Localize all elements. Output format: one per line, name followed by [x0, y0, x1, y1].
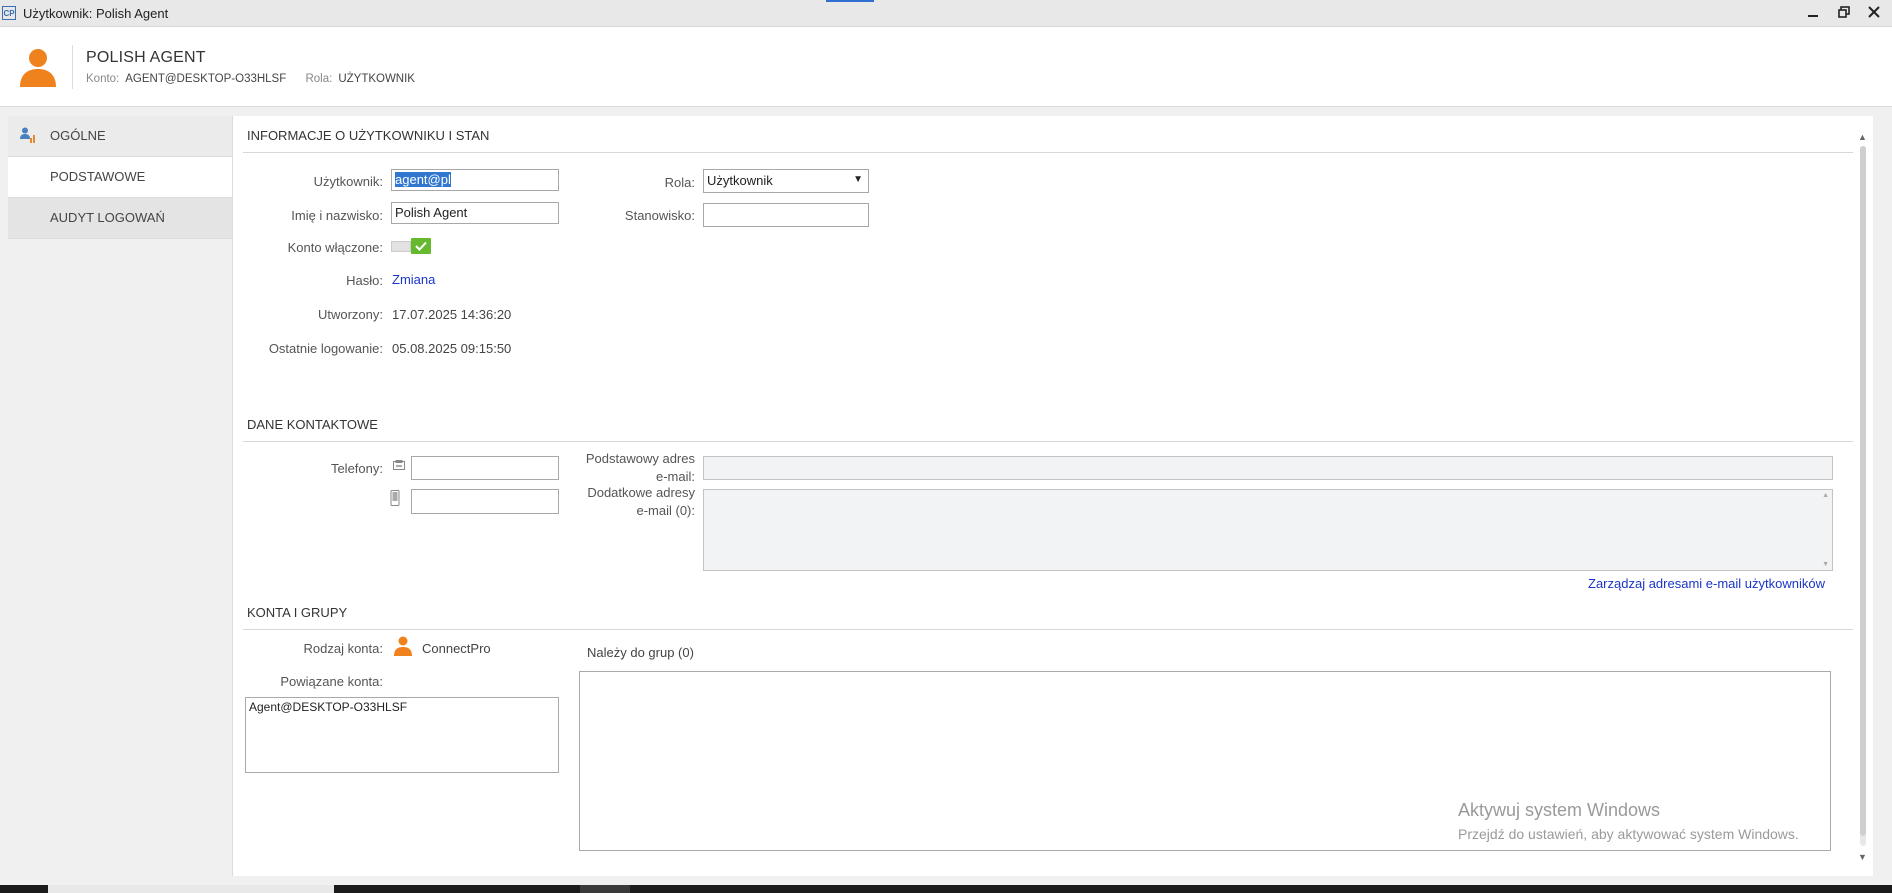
extra-emails-label-line2: e-mail (0):	[636, 503, 695, 518]
primary-email-label: Podstawowy adres e-mail:	[563, 450, 695, 486]
scroll-up-icon[interactable]: ▲	[1822, 492, 1829, 499]
username-value: agent@pl	[395, 172, 451, 187]
sidebar-item-basic[interactable]: PODSTAWOWE	[8, 157, 232, 198]
last-login-value: 05.08.2025 09:15:50	[392, 341, 512, 356]
last-login-label: Ostatnie logowanie:	[268, 341, 383, 356]
role-field-label: Rola:	[664, 175, 695, 190]
section-divider	[243, 152, 1853, 153]
restore-icon[interactable]	[1834, 3, 1854, 23]
chevron-down-icon: ▼	[853, 174, 863, 185]
activation-watermark-title: Aktywuj system Windows	[1458, 800, 1661, 820]
user-display-name: POLISH AGENT	[86, 49, 206, 66]
password-label: Hasło:	[346, 273, 383, 288]
account-enabled-toggle[interactable]	[391, 238, 433, 254]
sidebar-item-login-audit[interactable]: AUDYT LOGOWAŃ	[8, 198, 232, 239]
created-value: 17.07.2025 14:36:20	[392, 307, 512, 322]
avatar	[18, 47, 58, 87]
user-header: POLISH AGENT Konto: AGENT@DESKTOP-O33HLSF…	[0, 27, 1892, 107]
user-chart-icon	[20, 127, 35, 143]
user-meta: Konto: AGENT@DESKTOP-O33HLSF Rola: UŻYTKOW…	[86, 73, 431, 85]
extra-emails-label-line1: Dodatkowe adresy	[587, 485, 695, 500]
section-divider	[243, 629, 1853, 630]
section-title-user-info: INFORMACJE O UŻYTKOWNIKU I STAN	[247, 128, 490, 143]
fullname-label: Imię i nazwisko:	[291, 208, 383, 223]
minimize-icon[interactable]	[1803, 3, 1823, 23]
sidebar-item-label: OGÓLNE	[50, 128, 106, 143]
mobile-input[interactable]	[411, 489, 559, 514]
window-title: Użytkownik: Polish Agent	[23, 6, 169, 21]
scroll-down-icon[interactable]: ▼	[1858, 852, 1867, 862]
extra-emails-list[interactable]: ▲ ▼	[703, 489, 1833, 571]
section-title-contact: DANE KONTAKTOWE	[247, 417, 378, 432]
groups-list[interactable]	[579, 671, 1831, 851]
app-icon: CP	[2, 6, 16, 20]
user-label: Użytkownik:	[313, 174, 383, 189]
account-label: Konto:	[86, 73, 120, 85]
activation-watermark-text: Przejdź do ustawień, aby aktywować syste…	[1458, 826, 1799, 842]
role-label: Rola:	[305, 73, 333, 85]
role-select-value: Użytkownik	[707, 173, 773, 188]
toggle-knob	[411, 238, 431, 254]
phones-label: Telefony:	[330, 461, 383, 476]
sidebar-item-label: PODSTAWOWE	[50, 169, 146, 184]
header-separator	[72, 45, 73, 89]
account-value: AGENT@DESKTOP-O33HLSF	[125, 73, 287, 85]
taskbar-search[interactable]	[48, 885, 334, 893]
groups-label: Należy do grup (0)	[587, 645, 694, 660]
user-avatar-icon	[20, 49, 56, 87]
close-icon[interactable]	[1864, 3, 1884, 23]
phone-icon	[393, 460, 405, 470]
section-divider	[243, 441, 1853, 442]
check-icon	[415, 241, 427, 251]
section-title-accounts: KONTA I GRUPY	[247, 605, 348, 620]
scroll-up-icon[interactable]: ▲	[1858, 132, 1867, 142]
primary-email-label-line1: Podstawowy adres	[585, 451, 695, 466]
taskbar-app[interactable]	[580, 885, 630, 893]
toggle-track	[391, 241, 411, 252]
phone-input[interactable]	[411, 456, 559, 480]
change-password-link[interactable]: Zmiana	[392, 272, 435, 287]
scroll-thumb[interactable]	[1860, 146, 1866, 836]
role-value: UŻYTKOWNIK	[338, 73, 415, 85]
manage-emails-link[interactable]: Zarządzaj adresami e-mail użytkowników	[1588, 576, 1825, 591]
panel-scrollbar[interactable]: ▲ ▼	[1857, 132, 1869, 864]
mobile-icon	[390, 490, 400, 506]
username-input[interactable]: agent@pl	[391, 169, 559, 191]
position-input[interactable]	[703, 203, 869, 227]
scroll-down-icon[interactable]: ▼	[1822, 561, 1829, 568]
linked-account-item[interactable]: Agent@DESKTOP-O33HLSF	[249, 700, 555, 714]
linked-accounts-label: Powiązane konta:	[280, 674, 383, 689]
connectpro-user-icon	[394, 636, 412, 656]
account-type-label: Rodzaj konta:	[303, 641, 384, 656]
taskbar	[0, 885, 1892, 893]
sidebar: OGÓLNE PODSTAWOWE AUDYT LOGOWAŃ	[8, 116, 232, 239]
role-select[interactable]: Użytkownik ▼	[703, 169, 869, 193]
main-panel: INFORMACJE O UŻYTKOWNIKU I STAN Użytkown…	[232, 116, 1873, 876]
linked-accounts-list[interactable]: Agent@DESKTOP-O33HLSF	[245, 697, 559, 773]
sidebar-item-label: AUDYT LOGOWAŃ	[50, 210, 165, 225]
primary-email-input[interactable]	[703, 456, 1833, 480]
title-bar: CP Użytkownik: Polish Agent	[0, 0, 1892, 27]
position-label: Stanowisko:	[624, 208, 695, 223]
created-label: Utworzony:	[317, 307, 383, 322]
focus-indicator	[826, 0, 874, 2]
sidebar-item-general[interactable]: OGÓLNE	[8, 116, 232, 157]
account-type-value: ConnectPro	[422, 641, 491, 656]
extra-emails-label: Dodatkowe adresy e-mail (0):	[563, 484, 695, 520]
fullname-input[interactable]: Polish Agent	[391, 202, 559, 224]
account-enabled-label: Konto włączone:	[287, 240, 383, 255]
